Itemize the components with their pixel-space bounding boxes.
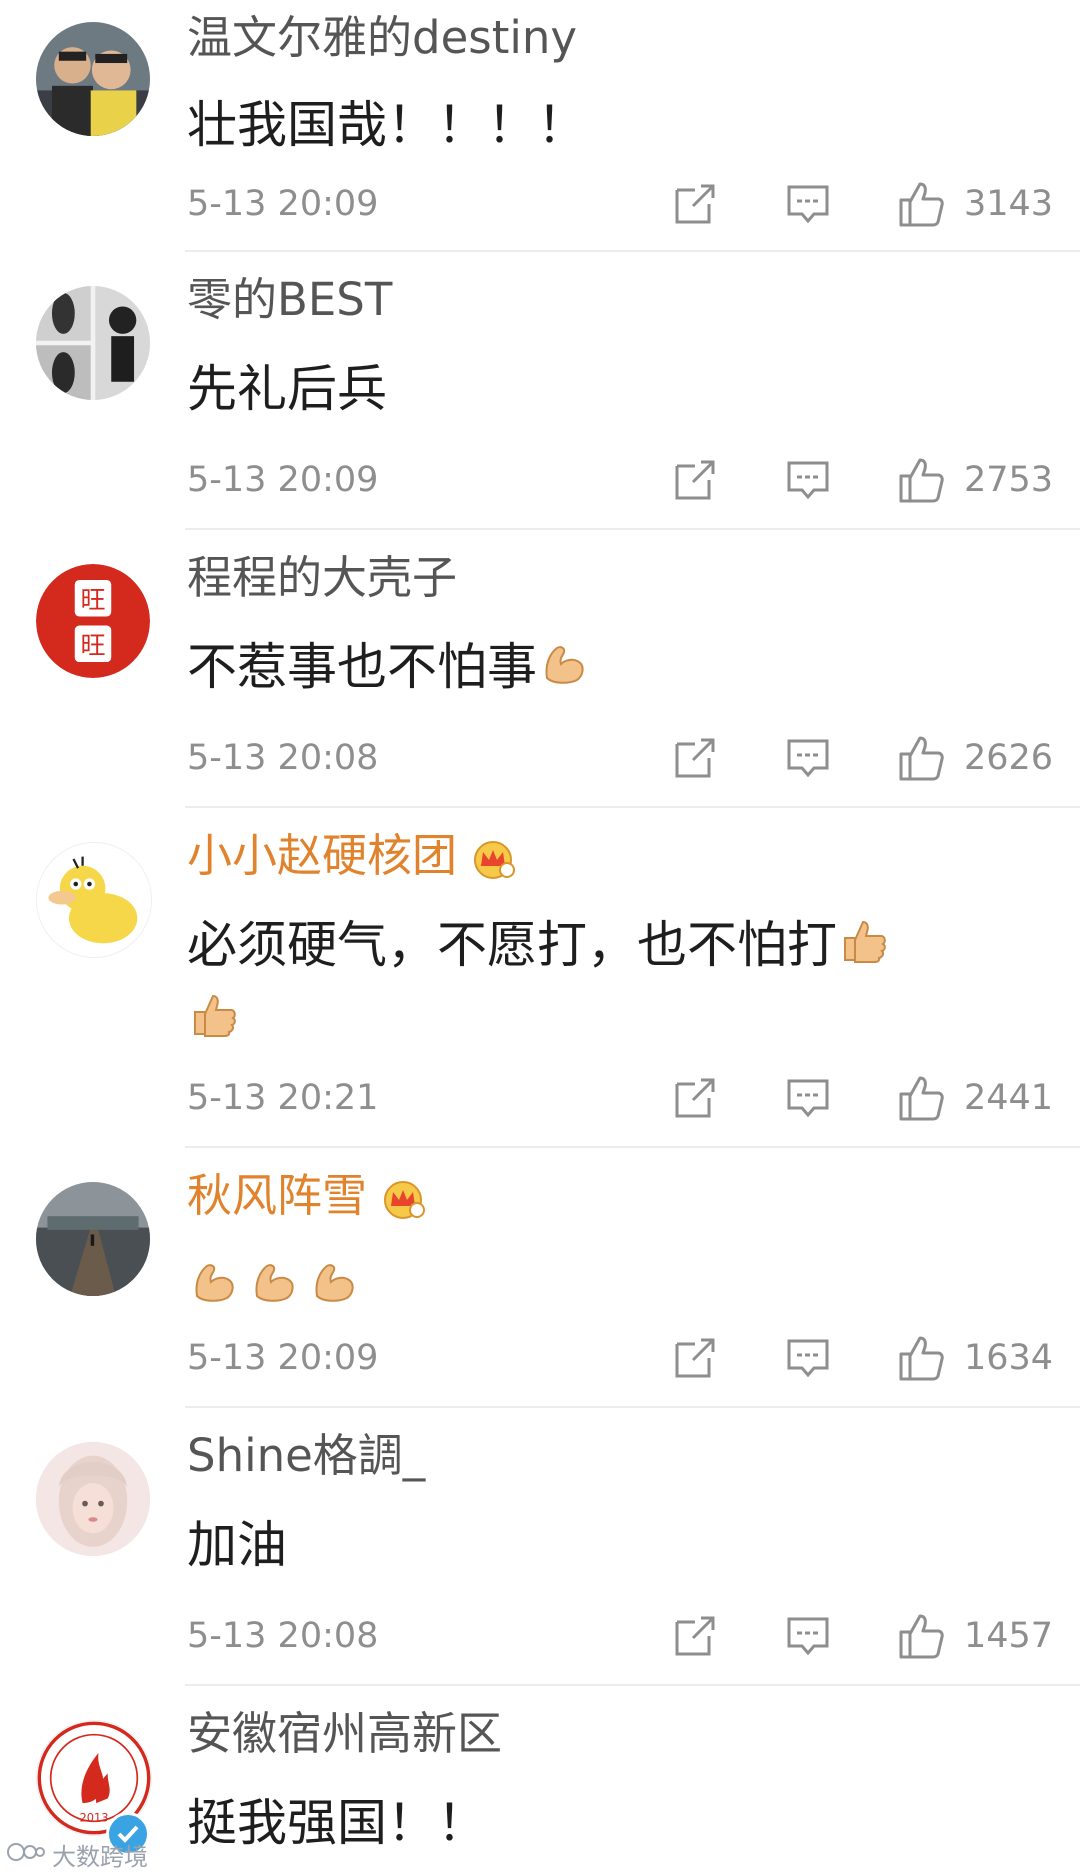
avatar[interactable] — [36, 286, 150, 400]
avatar-image-collage — [36, 286, 150, 400]
comment-icon[interactable] — [786, 1336, 830, 1380]
like-count: 1634 — [964, 1338, 1054, 1378]
svg-text:旺: 旺 — [80, 585, 105, 614]
like-count: 3143 — [964, 184, 1054, 224]
comment-text: 壮我国哉！！！！ — [187, 96, 587, 154]
comment-item: 秋风阵雪 5-13 20:09 1634 — [0, 1148, 1080, 1408]
avatar-image-boardwalk — [36, 1182, 150, 1296]
share-icon[interactable] — [673, 1076, 717, 1120]
username[interactable]: 小小赵硬核团 — [187, 826, 516, 886]
thumbs-up-icon[interactable] — [898, 1074, 944, 1122]
avatar[interactable]: 旺 旺 — [36, 564, 150, 678]
like-count: 2441 — [964, 1078, 1054, 1118]
username[interactable]: 安徽宿州高新区 — [187, 1704, 502, 1764]
timestamp: 5-13 20:09 — [187, 1338, 379, 1378]
share-icon[interactable] — [673, 458, 717, 502]
vip-crown-icon — [471, 835, 516, 879]
avatar-image-red-badge: 旺 旺 — [36, 564, 150, 678]
comment-item: 2013 安徽宿州高新区 挺我强国！！ — [0, 1686, 1080, 1876]
username[interactable]: Shine格調_ — [187, 1426, 425, 1486]
watermark-text: 大数跨境 — [52, 1843, 148, 1871]
comment-text: 必须硬气，不愿打，也不怕打 — [187, 908, 1037, 1056]
comment-feed: 温文尔雅的destiny 壮我国哉！！！！ 5-13 20:09 3143 零的… — [0, 0, 1080, 1876]
avatar[interactable] — [36, 1442, 150, 1556]
watermark-logo-icon — [6, 1840, 46, 1870]
avatar-image-girl — [36, 1442, 150, 1556]
thumbs-up-icon[interactable] — [898, 734, 944, 782]
thumbs-up-emoji — [189, 990, 239, 1040]
comment-text: 加油 — [187, 1516, 287, 1574]
avatar-image-two-men — [36, 22, 150, 136]
share-icon[interactable] — [673, 1614, 717, 1658]
comment-item: 温文尔雅的destiny 壮我国哉！！！！ 5-13 20:09 3143 — [0, 0, 1080, 252]
thumbs-up-icon[interactable] — [898, 456, 944, 504]
avatar[interactable] — [36, 1182, 150, 1296]
share-icon[interactable] — [673, 736, 717, 780]
username[interactable]: 零的BEST — [187, 270, 392, 330]
comment-icon[interactable] — [786, 1076, 830, 1120]
share-icon[interactable] — [673, 1336, 717, 1380]
username[interactable]: 秋风阵雪 — [187, 1166, 426, 1226]
avatar[interactable] — [36, 842, 152, 958]
comment-item: 零的BEST 先礼后兵 5-13 20:09 2753 — [0, 252, 1080, 530]
thumbs-up-icon[interactable] — [898, 1334, 944, 1382]
like-count: 1457 — [964, 1616, 1054, 1656]
timestamp: 5-13 20:09 — [187, 460, 379, 500]
timestamp: 5-13 20:08 — [187, 1616, 379, 1656]
share-icon[interactable] — [673, 182, 717, 226]
svg-text:旺: 旺 — [80, 631, 105, 660]
username[interactable]: 程程的大壳子 — [187, 548, 457, 608]
like-count: 2626 — [964, 738, 1054, 778]
comment-icon[interactable] — [786, 458, 830, 502]
avatar[interactable] — [36, 22, 150, 136]
comment-text: 先礼后兵 — [187, 360, 387, 418]
comment-item: 旺 旺 程程的大壳子 不惹事也不怕事 5-13 20:08 2626 — [0, 530, 1080, 808]
timestamp: 5-13 20:08 — [187, 738, 379, 778]
comment-item: 小小赵硬核团 必须硬气，不愿打，也不怕打 5-13 20:21 2441 — [0, 808, 1080, 1148]
emblem-year: 2013 — [80, 1810, 109, 1824]
comment-text: 挺我强国！！ — [187, 1794, 487, 1852]
thumbs-up-icon[interactable] — [898, 1612, 944, 1660]
comment-icon[interactable] — [786, 736, 830, 780]
timestamp: 5-13 20:21 — [187, 1078, 379, 1118]
flexed-biceps-emoji — [249, 1256, 299, 1306]
flexed-biceps-emoji — [539, 638, 589, 688]
username[interactable]: 温文尔雅的destiny — [187, 8, 577, 68]
thumbs-up-emoji — [839, 916, 889, 966]
watermark: 大数跨境 — [6, 1837, 148, 1872]
timestamp: 5-13 20:09 — [187, 184, 379, 224]
comment-item: Shine格調_ 加油 5-13 20:08 1457 — [0, 1408, 1080, 1686]
avatar-image-duck — [37, 843, 151, 957]
flexed-biceps-emoji — [309, 1256, 359, 1306]
like-count: 2753 — [964, 460, 1054, 500]
thumbs-up-icon[interactable] — [898, 180, 944, 228]
flexed-biceps-emoji — [189, 1256, 239, 1306]
comment-icon[interactable] — [786, 1614, 830, 1658]
comment-text — [187, 1248, 1037, 1322]
comment-text: 不惹事也不怕事 — [187, 630, 1037, 704]
comment-icon[interactable] — [786, 182, 830, 226]
vip-crown-icon — [381, 1175, 426, 1219]
